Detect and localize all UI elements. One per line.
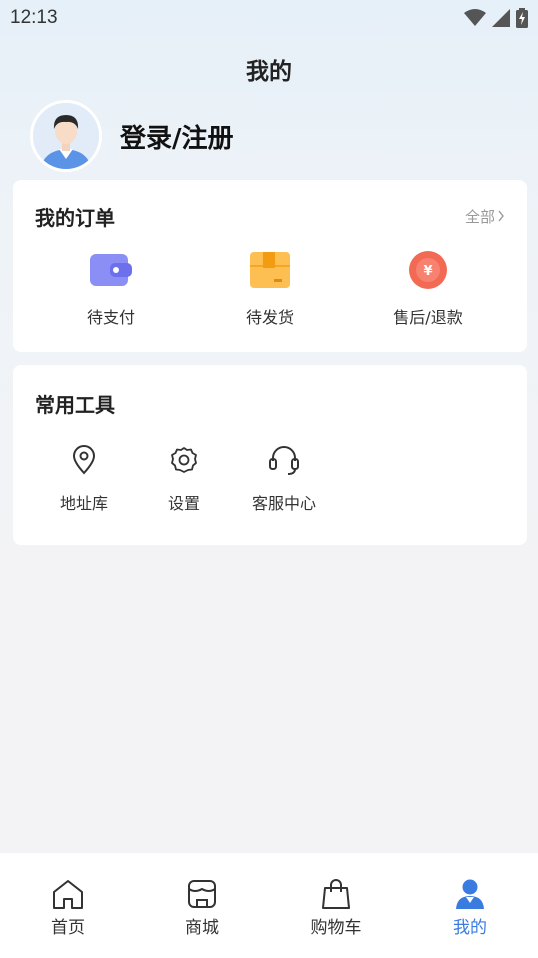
shopping-bag-icon [296,877,376,911]
cell-signal-icon [492,9,510,31]
tab-mine[interactable]: 我的 [430,877,510,938]
all-orders-link[interactable]: 全部 [465,206,505,227]
status-bar: 12:13 [0,0,538,36]
page-title: 我的 [246,59,292,85]
order-after-sales[interactable]: ¥ 售后/退款 [368,250,488,328]
tab-label: 我的 [453,918,487,938]
bottom-tab-bar: 首页 商城 购物车 我的 [0,853,538,958]
location-pin-icon [39,443,129,477]
avatar-image [33,103,99,169]
tab-home[interactable]: 首页 [28,877,108,938]
profile-section[interactable]: 登录/注册 [30,100,234,172]
tool-label: 设置 [167,494,200,513]
user-icon [430,877,510,911]
orders-title: 我的订单 [35,206,115,230]
login-register-link[interactable]: 登录/注册 [120,118,234,155]
status-icons [464,8,528,32]
chevron-right-icon [497,208,505,226]
tab-cart[interactable]: 购物车 [296,877,376,938]
tool-label: 地址库 [59,494,108,513]
wifi-icon [464,9,486,31]
tab-label: 商城 [185,918,219,938]
tab-store[interactable]: 商城 [162,877,242,938]
tools-title: 常用工具 [35,393,115,417]
order-pending-payment[interactable]: 待支付 [51,250,171,328]
tab-label: 首页 [51,918,85,938]
order-label: 待发货 [245,308,294,327]
battery-icon [516,8,528,32]
tool-customer-service[interactable]: 客服中心 [239,443,329,514]
yen-coin-icon: ¥ [368,250,488,290]
home-icon [28,877,108,911]
tab-label: 购物车 [310,918,362,938]
package-icon [210,250,330,290]
order-label: 待支付 [86,308,135,327]
all-orders-label: 全部 [464,208,495,226]
tool-settings[interactable]: 设置 [139,443,229,514]
order-pending-shipment[interactable]: 待发货 [210,250,330,328]
gear-icon [139,443,229,477]
svg-text:¥: ¥ [423,264,432,279]
store-icon [162,877,242,911]
order-label: 售后/退款 [393,308,463,327]
headset-icon [239,443,329,477]
avatar[interactable] [30,100,102,172]
status-time: 12:13 [10,7,58,28]
tool-address-book[interactable]: 地址库 [39,443,129,514]
tools-card: 常用工具 地址库 设置 客服中心 [13,365,527,545]
orders-card: 我的订单 全部 待支付 待发货 ¥ 售后/退款 [13,180,527,352]
tool-label: 客服中心 [251,494,316,513]
wallet-icon [51,250,171,290]
